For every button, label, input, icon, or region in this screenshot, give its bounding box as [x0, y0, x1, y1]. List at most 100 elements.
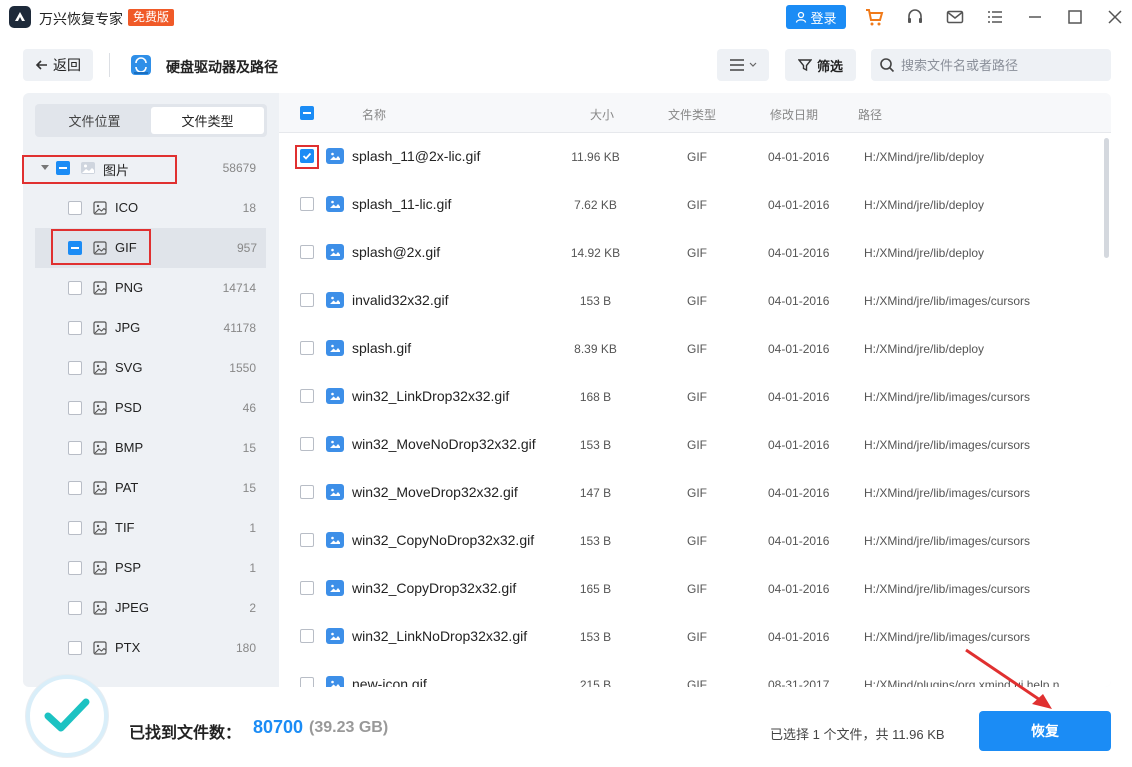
tree-item-pat[interactable]: PAT 15: [23, 468, 277, 508]
column-date[interactable]: 修改日期: [770, 106, 818, 123]
tree-checkbox[interactable]: [68, 641, 82, 655]
column-size[interactable]: 大小: [590, 106, 614, 123]
table-row[interactable]: win32_MoveNoDrop32x32.gif 153 B GIF 04-01-2…: [279, 421, 1111, 469]
close-icon[interactable]: [1104, 6, 1126, 28]
search-input[interactable]: [901, 57, 1101, 73]
cart-icon[interactable]: [863, 6, 885, 28]
menu-list-icon[interactable]: [984, 6, 1006, 28]
file-date: 04-01-2016: [768, 342, 830, 356]
column-type[interactable]: 文件类型: [668, 106, 716, 123]
file-size: 165 B: [579, 582, 612, 596]
file-path: H:/XMind/plugins/org.xmind.ui.help.n: [864, 678, 1060, 687]
tree-checkbox[interactable]: [68, 481, 82, 495]
file-type: GIF: [687, 150, 707, 164]
tree-item-psd[interactable]: PSD 46: [23, 388, 277, 428]
file-path: H:/XMind/jre/lib/images/cursors: [864, 486, 1031, 500]
row-checkbox[interactable]: [300, 293, 314, 307]
tree-label: JPEG: [115, 600, 149, 615]
file-size: 7.62 KB: [574, 198, 617, 212]
app-logo-icon: [9, 6, 31, 28]
table-row[interactable]: splash@2x.gif 14.92 KB GIF 04-01-2016 H:/XMi…: [279, 229, 1111, 277]
tree-item-bmp[interactable]: BMP 15: [23, 428, 277, 468]
gif-file-icon: [326, 484, 344, 500]
caret-down-icon[interactable]: [41, 165, 49, 171]
tab-file-type[interactable]: 文件类型: [151, 107, 264, 134]
column-name[interactable]: 名称: [362, 106, 386, 123]
file-date: 04-01-2016: [768, 630, 830, 644]
tree-item-gif[interactable]: GIF 957: [35, 228, 266, 268]
image-file-icon: [93, 321, 107, 335]
tree-checkbox[interactable]: [68, 241, 82, 255]
row-checkbox[interactable]: [300, 149, 314, 163]
maximize-icon[interactable]: [1064, 6, 1086, 28]
login-label: 登录: [810, 10, 837, 26]
mail-icon[interactable]: [944, 6, 966, 28]
table-row[interactable]: splash_11-lic.gif 7.62 KB GIF 04-01-2016 H:/…: [279, 181, 1111, 229]
row-checkbox[interactable]: [300, 533, 314, 547]
row-checkbox[interactable]: [300, 389, 314, 403]
table-row[interactable]: win32_CopyNoDrop32x32.gif 153 B GIF 04-01-2…: [279, 517, 1111, 565]
tree-checkbox[interactable]: [68, 601, 82, 615]
tree-item-ptx[interactable]: PTX 180: [23, 628, 277, 668]
table-row[interactable]: new-icon.gif 215 B GIF 08-31-2017 H:/XMind/p…: [279, 661, 1111, 687]
free-version-badge: 免费版: [128, 9, 175, 26]
row-checkbox[interactable]: [300, 197, 314, 211]
tree-item-tif[interactable]: TIF 1: [23, 508, 277, 548]
image-file-icon: [93, 441, 107, 455]
tree-checkbox[interactable]: [68, 321, 82, 335]
row-checkbox[interactable]: [300, 341, 314, 355]
tree-item-jpeg[interactable]: JPEG 2: [23, 588, 277, 628]
search-box[interactable]: [871, 49, 1111, 81]
tree-checkbox[interactable]: [68, 441, 82, 455]
file-path: H:/XMind/jre/lib/deploy: [864, 246, 985, 260]
tree-checkbox[interactable]: [68, 401, 82, 415]
recover-button[interactable]: 恢复: [979, 711, 1111, 751]
file-type: GIF: [687, 534, 707, 548]
row-checkbox[interactable]: [300, 677, 314, 687]
tree-count: 180: [235, 641, 256, 655]
file-name: win32_MoveDrop32x32.gif: [352, 484, 518, 500]
tree-checkbox[interactable]: [68, 201, 82, 215]
file-path: H:/XMind/jre/lib/images/cursors: [864, 438, 1031, 452]
tree-item-psp[interactable]: PSP 1: [23, 548, 277, 588]
row-checkbox[interactable]: [300, 629, 314, 643]
tree-item-ico[interactable]: ICO 18: [23, 188, 277, 228]
tree-checkbox[interactable]: [68, 521, 82, 535]
table-row[interactable]: win32_MoveDrop32x32.gif 147 B GIF 04-01-201…: [279, 469, 1111, 517]
tree-checkbox[interactable]: [68, 561, 82, 575]
filter-button[interactable]: 筛选: [785, 49, 856, 81]
tree-count-images: 58679: [222, 161, 256, 175]
table-row[interactable]: splash.gif 8.39 KB GIF 04-01-2016 H:/XMind/j…: [279, 325, 1111, 373]
file-name: splash.gif: [352, 340, 412, 356]
back-button[interactable]: 返回: [23, 49, 93, 81]
images-checkbox[interactable]: [56, 161, 70, 175]
image-file-icon: [93, 641, 107, 655]
table-row[interactable]: win32_LinkDrop32x32.gif 168 B GIF 04-01-201…: [279, 373, 1111, 421]
row-checkbox[interactable]: [300, 581, 314, 595]
table-row[interactable]: win32_CopyDrop32x32.gif 165 B GIF 04-01-201…: [279, 565, 1111, 613]
file-date: 04-01-2016: [768, 246, 830, 260]
tree-checkbox[interactable]: [68, 361, 82, 375]
gif-file-icon: [326, 148, 344, 164]
tree-checkbox[interactable]: [68, 281, 82, 295]
select-all-checkbox[interactable]: [300, 106, 314, 120]
tree-item-jpg[interactable]: JPG 41178: [23, 308, 277, 348]
image-file-icon: [93, 521, 107, 535]
tab-file-location[interactable]: 文件位置: [38, 107, 151, 134]
scrollbar[interactable]: [1104, 138, 1109, 258]
login-button[interactable]: 登录: [786, 5, 846, 29]
tree-item-svg[interactable]: SVG 1550: [23, 348, 277, 388]
tree-item-images[interactable]: 图片 58679: [23, 148, 277, 188]
view-mode-button[interactable]: [717, 49, 769, 81]
table-row[interactable]: invalid32x32.gif 153 B GIF 04-01-2016 H:/XMi…: [279, 277, 1111, 325]
row-checkbox[interactable]: [300, 245, 314, 259]
tree-item-png[interactable]: PNG 14714: [23, 268, 277, 308]
headset-support-icon[interactable]: [904, 6, 926, 28]
row-checkbox[interactable]: [300, 437, 314, 451]
column-path[interactable]: 路径: [858, 106, 882, 123]
table-row[interactable]: win32_LinkNoDrop32x32.gif 153 B GIF 04-01-2…: [279, 613, 1111, 661]
table-row[interactable]: splash_11@2x-lic.gif 11.96 KB GIF 04-01-201…: [279, 133, 1111, 181]
row-checkbox[interactable]: [300, 485, 314, 499]
tree-label: SVG: [115, 360, 143, 375]
minimize-icon[interactable]: [1024, 6, 1046, 28]
